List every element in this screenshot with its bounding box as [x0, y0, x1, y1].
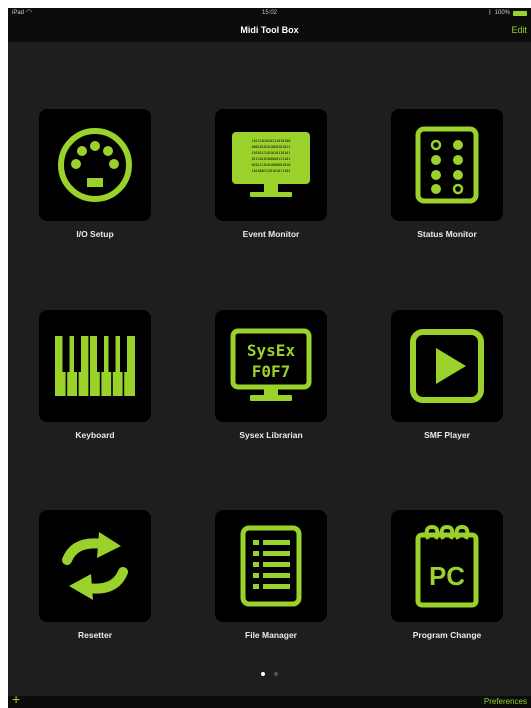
- tile-label: Program Change: [412, 630, 482, 640]
- tile-resetter[interactable]: Resetter: [39, 510, 151, 640]
- tile-label: Status Monitor: [417, 229, 477, 239]
- tile-label: File Manager: [245, 630, 297, 640]
- tile-io-setup[interactable]: I/O Setup: [39, 109, 151, 239]
- binary-line: 1010111101010110101: [252, 151, 291, 155]
- tile-label: Resetter: [77, 630, 113, 640]
- tile-icon-box[interactable]: [39, 310, 151, 422]
- binary-line: 0111010100000111101: [252, 157, 291, 161]
- tile-label: I/O Setup: [76, 229, 114, 239]
- tile-keyboard[interactable]: Keyboard: [39, 310, 151, 440]
- page-dot-active[interactable]: [261, 672, 266, 676]
- tile-icon-box[interactable]: [39, 109, 151, 221]
- page-dot[interactable]: [273, 672, 278, 676]
- preferences-button[interactable]: Preferences: [484, 697, 527, 706]
- tile-icon-box[interactable]: [391, 109, 503, 221]
- sysex-monitor-icon: SysEx F0F7: [230, 328, 312, 401]
- tool-grid: I/O Setup 1011101010111010100 0001010101…: [8, 8, 531, 708]
- page-indicator[interactable]: [8, 663, 531, 681]
- play-icon: [410, 329, 484, 403]
- tile-label: Event Monitor: [242, 229, 300, 239]
- binary-line: 0101110101000001010: [252, 163, 291, 167]
- pc-text: PC: [429, 561, 465, 591]
- tile-icon-box[interactable]: PC: [391, 510, 503, 622]
- tile-smf-player[interactable]: SMF Player: [391, 310, 503, 440]
- tile-icon-box[interactable]: [391, 310, 503, 422]
- tile-sysex-librarian[interactable]: SysEx F0F7 Sysex Librarian: [215, 310, 327, 440]
- binary-line: 1010001110101011101: [252, 169, 291, 173]
- tile-label: Sysex Librarian: [239, 430, 303, 440]
- tile-icon-box[interactable]: [39, 510, 151, 622]
- tile-status-monitor[interactable]: Status Monitor: [391, 109, 503, 239]
- tile-icon-box[interactable]: [215, 510, 327, 622]
- piano-keys-icon: [55, 336, 135, 396]
- notepad-pc-icon: PC: [415, 524, 479, 608]
- refresh-arrows-icon: [62, 532, 128, 600]
- tile-event-monitor[interactable]: 1011101010111010100 0001010101000101011 …: [215, 109, 327, 239]
- binary-line: 1011101010111010100: [252, 139, 291, 143]
- binary-line: 0001010101000101011: [252, 145, 291, 149]
- tile-icon-box[interactable]: SysEx F0F7: [215, 310, 327, 422]
- midi-din-icon: [58, 128, 132, 202]
- tile-label: SMF Player: [424, 430, 470, 440]
- app-screen: iPad ◠ 15:02 ᛒ 100% Midi Tool Box Edit I…: [8, 8, 531, 708]
- led-panel-icon: [415, 126, 479, 204]
- binary-monitor-icon: 1011101010111010100 0001010101000101011 …: [232, 132, 310, 197]
- add-button[interactable]: +: [12, 692, 20, 706]
- bottom-bar: + Preferences: [8, 692, 531, 708]
- sysex-text: SysEx: [247, 341, 296, 360]
- tile-file-manager[interactable]: File Manager: [215, 510, 327, 640]
- tile-label: Keyboard: [75, 430, 115, 440]
- f0f7-text: F0F7: [252, 362, 291, 381]
- document-list-icon: [240, 525, 302, 607]
- tile-program-change[interactable]: PC Program Change: [391, 510, 503, 640]
- tile-icon-box[interactable]: 1011101010111010100 0001010101000101011 …: [215, 109, 327, 221]
